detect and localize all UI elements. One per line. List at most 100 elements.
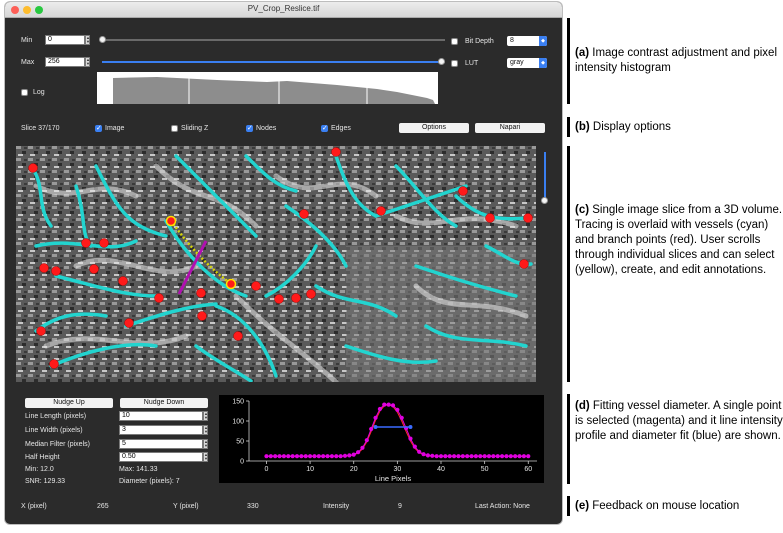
options-button[interactable]: Options [399, 123, 469, 133]
callout-c-text: Single image slice from a 3D volume. Tra… [575, 204, 783, 276]
y-tick-label: 50 [236, 439, 244, 446]
max-label: Max [21, 59, 35, 66]
profile-point [377, 406, 383, 412]
profile-point [465, 454, 470, 459]
profile-point [469, 454, 474, 459]
x-tick-label: 20 [350, 466, 358, 473]
lut-select[interactable]: gray ◆ [507, 58, 547, 68]
profile-point [307, 454, 313, 459]
profile-point [526, 454, 531, 459]
napari-button[interactable]: Napari [475, 123, 545, 133]
callout-e: (e) Feedback on mouse location [575, 499, 783, 514]
x-tick-label: 0 [265, 466, 269, 473]
max-input[interactable]: 256 [45, 57, 85, 67]
min-slider-track[interactable] [102, 39, 445, 41]
nudge-down-button[interactable]: Nudge Down [120, 398, 208, 408]
x-axis-label: Line Pixels [375, 474, 412, 483]
profile-point [325, 454, 330, 459]
profile-point [351, 452, 356, 457]
callout-e-text: Feedback on mouse location [592, 500, 740, 512]
x-tick-label: 40 [437, 466, 445, 473]
nodes-checkbox[interactable] [246, 124, 253, 132]
profile-point [504, 454, 509, 459]
bit-depth-select[interactable]: 8 ◆ [507, 36, 547, 46]
nodes-label: Nodes [256, 125, 277, 132]
callout-c: (c) Single image slice from a 3D volume.… [575, 203, 783, 278]
selected-node-start[interactable] [165, 215, 177, 227]
intensity-histogram [97, 72, 438, 104]
line-length-stepper[interactable]: ▲ ▼ [203, 411, 208, 421]
image-checkbox[interactable] [95, 124, 102, 132]
y-pixel-label: Y (pixel) [173, 503, 199, 510]
median-filter-label: Median Filter (pixels) [25, 441, 90, 448]
min-slider-knob[interactable] [99, 36, 106, 43]
max-stepper[interactable]: ▲ ▼ [85, 57, 90, 67]
min-input[interactable]: 0 [45, 35, 85, 45]
chevron-updown-icon: ◆ [539, 58, 547, 68]
callout-a: (a) Image contrast adjustment and pixel … [575, 46, 783, 76]
profile-point [447, 454, 452, 459]
nudge-up-button[interactable]: Nudge Up [25, 398, 113, 408]
edges-checkbox[interactable] [321, 124, 328, 132]
profile-point [443, 454, 448, 459]
profile-point [408, 436, 413, 441]
y-tick-label: 0 [240, 459, 244, 466]
line-profile-plot: 0 10 20 30 40 50 60 0 50 100 150 Line Pixels [219, 395, 544, 483]
median-filter-input[interactable]: 5 [119, 439, 203, 449]
profile-point [473, 454, 479, 459]
profile-point [399, 415, 404, 420]
log-checkbox[interactable] [21, 89, 28, 96]
profile-point [373, 415, 378, 420]
profile-point [495, 454, 500, 459]
profile-point [395, 407, 400, 412]
profile-point [316, 454, 321, 459]
profile-point [417, 449, 422, 454]
line-profile-chart: 0 10 20 30 40 50 60 0 50 100 150 Line Pixels [232, 399, 537, 483]
half-height-stepper[interactable]: ▲ ▼ [203, 452, 208, 462]
max-slider-fill [102, 61, 441, 63]
vessel-overlay [16, 146, 536, 382]
median-filter-stepper[interactable]: ▲ ▼ [203, 439, 208, 449]
profile-point [273, 454, 278, 459]
min-stepper[interactable]: ▲ ▼ [85, 35, 90, 45]
snr-readout: SNR: 129.33 [25, 478, 66, 485]
half-height-input[interactable]: 0.50 [119, 452, 203, 462]
line-width-stepper[interactable]: ▲ ▼ [203, 425, 208, 435]
sliding-z-checkbox[interactable] [171, 125, 178, 132]
intensity-label: Intensity [323, 503, 350, 510]
line-length-input[interactable]: 10 [119, 411, 203, 421]
profile-point [438, 454, 444, 459]
lut-checkbox[interactable] [451, 60, 458, 67]
profile-point [303, 454, 308, 459]
profile-point [386, 402, 391, 407]
profile-point [277, 454, 282, 459]
x-tick-label: 60 [524, 466, 532, 473]
profile-point [264, 454, 269, 459]
x-tick-label: 50 [481, 466, 489, 473]
profile-point [290, 454, 295, 459]
selected-node-end[interactable] [225, 278, 237, 290]
profile-point [312, 454, 317, 459]
profile-point [342, 453, 348, 458]
slice-slider-track[interactable] [544, 152, 546, 200]
profile-point [486, 454, 492, 459]
line-width-input[interactable]: 3 [119, 425, 203, 435]
profile-point [347, 453, 352, 458]
half-height-label: Half Height [25, 454, 60, 461]
profile-point [329, 454, 335, 459]
log-label: Log [33, 89, 45, 96]
x-pixel-value: 265 [97, 503, 109, 510]
image-slice-canvas[interactable] [16, 146, 536, 382]
callout-d-text: Fitting vessel diameter. A single point … [575, 400, 783, 442]
diameter-start-point [373, 425, 378, 429]
x-tick-label: 30 [393, 466, 401, 473]
callout-b: (b) Display options [575, 120, 783, 135]
bit-depth-checkbox[interactable] [451, 38, 458, 45]
fit-line [266, 404, 529, 457]
max-slider-knob[interactable] [438, 58, 445, 65]
profile-point [390, 403, 396, 408]
profile-point [460, 454, 465, 459]
chevron-updown-icon: ◆ [539, 36, 547, 46]
slice-slider-knob[interactable] [541, 197, 548, 204]
profile-point [286, 454, 291, 459]
